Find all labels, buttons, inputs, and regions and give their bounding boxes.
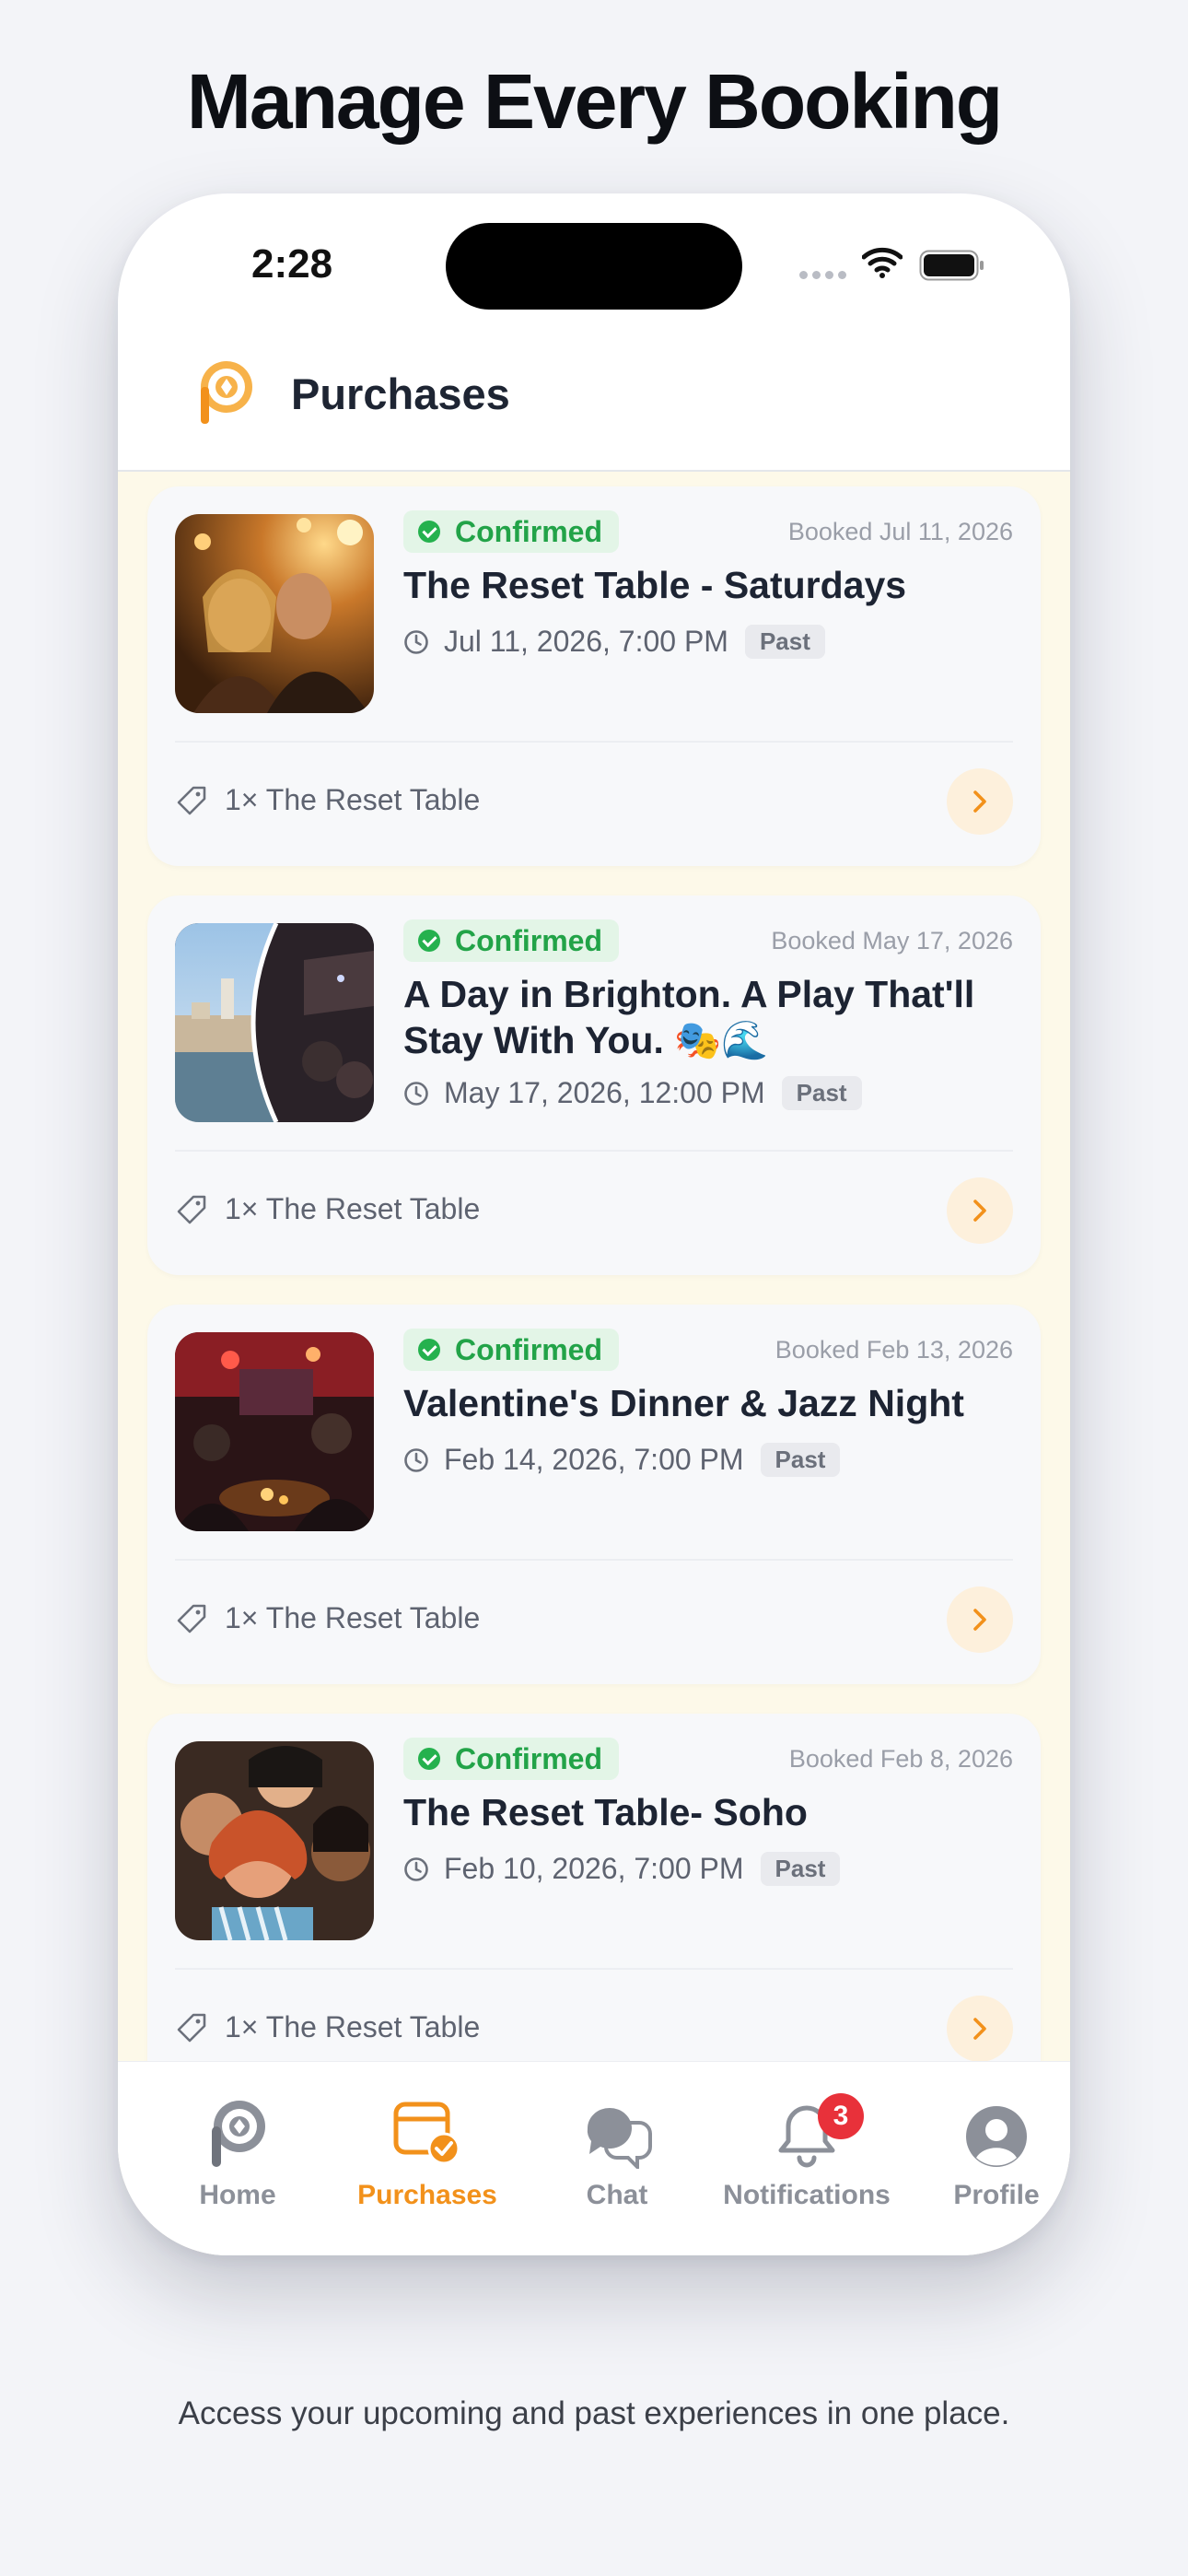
open-purchase-button[interactable] bbox=[947, 1996, 1013, 2062]
event-datetime: Feb 14, 2026, 7:00 PM Past bbox=[403, 1443, 841, 1477]
tab-chat[interactable]: Chat bbox=[525, 2095, 709, 2211]
tab-notifications[interactable]: 3 Notifications bbox=[715, 2093, 899, 2211]
ticket-icon bbox=[177, 786, 206, 814]
event-image bbox=[175, 1741, 374, 1940]
ticket-summary: 1× The Reset Table bbox=[175, 2010, 480, 2044]
app-logo-icon bbox=[201, 361, 252, 424]
ticket-icon bbox=[177, 2013, 206, 2042]
check-circle-icon bbox=[418, 1339, 440, 1361]
divider bbox=[175, 741, 1013, 743]
page-title: Purchases bbox=[291, 369, 510, 418]
ticket-summary: 1× The Reset Table bbox=[175, 783, 480, 817]
booked-date: Booked Jul 11, 2026 bbox=[787, 518, 1013, 545]
event-image bbox=[175, 514, 374, 713]
purchase-card[interactable]: Confirmed Booked May 17, 2026 A Day in B… bbox=[147, 896, 1041, 1275]
open-purchase-button[interactable] bbox=[947, 1177, 1013, 1244]
event-title: Valentine's Dinner & Jazz Night bbox=[403, 1382, 964, 1424]
ticket-icon bbox=[177, 1604, 206, 1633]
tab-profile[interactable]: Profile bbox=[904, 2095, 1070, 2211]
battery-icon bbox=[919, 250, 984, 281]
app-header: Purchases bbox=[118, 313, 1070, 472]
notification-count-badge: 3 bbox=[818, 2093, 864, 2139]
status-time: 2:28 bbox=[251, 241, 333, 287]
past-tag: Past bbox=[781, 1076, 862, 1110]
tab-label: Profile bbox=[953, 2180, 1040, 2210]
divider bbox=[175, 1150, 1013, 1152]
check-circle-icon bbox=[418, 1748, 440, 1770]
divider bbox=[175, 1559, 1013, 1561]
ticket-summary: 1× The Reset Table bbox=[175, 1601, 480, 1635]
clock-icon bbox=[404, 1081, 428, 1106]
status-badge: Confirmed bbox=[403, 1329, 619, 1371]
chat-icon bbox=[587, 2108, 652, 2169]
divider bbox=[175, 1968, 1013, 1970]
profile-avatar-icon bbox=[966, 2106, 1027, 2167]
tab-label: Home bbox=[199, 2180, 276, 2210]
event-datetime: Jul 11, 2026, 7:00 PM Past bbox=[403, 625, 825, 659]
event-title: The Reset Table- Soho bbox=[403, 1791, 808, 1833]
wifi-icon bbox=[862, 247, 903, 278]
purchases-icon bbox=[393, 2102, 460, 2165]
chevron-right-icon bbox=[973, 1200, 986, 1222]
open-purchase-button[interactable] bbox=[947, 768, 1013, 835]
tab-bar: Home Purchases Chat 3 Notifications Prof… bbox=[118, 2061, 1070, 2255]
phone-frame: 2:28 Purchases Confirmed Booked Jul 11, … bbox=[118, 193, 1070, 2255]
chevron-right-icon bbox=[973, 2018, 986, 2040]
status-badge: Confirmed bbox=[403, 510, 619, 553]
check-circle-icon bbox=[418, 930, 440, 952]
purchase-card[interactable]: Confirmed Booked Feb 13, 2026 Valentine'… bbox=[147, 1305, 1041, 1684]
event-image bbox=[175, 1332, 374, 1531]
chevron-right-icon bbox=[973, 1609, 986, 1631]
clock-icon bbox=[404, 1447, 428, 1472]
open-purchase-button[interactable] bbox=[947, 1587, 1013, 1653]
booked-date: Booked May 17, 2026 bbox=[771, 927, 1013, 954]
ticket-icon bbox=[177, 1195, 206, 1224]
ticket-summary: 1× The Reset Table bbox=[175, 1192, 480, 1226]
event-datetime: Feb 10, 2026, 7:00 PM Past bbox=[403, 1852, 841, 1886]
clock-icon bbox=[404, 629, 428, 654]
booked-date: Booked Feb 13, 2026 bbox=[775, 1336, 1013, 1364]
tab-home[interactable]: Home bbox=[146, 2095, 330, 2211]
status-bar: 2:28 bbox=[118, 193, 1070, 313]
cellular-signal-icon bbox=[799, 267, 851, 284]
event-title: A Day in Brighton. A Play That'll Stay W… bbox=[403, 973, 975, 1061]
tab-purchases[interactable]: Purchases bbox=[335, 2095, 519, 2211]
headline: Manage Every Booking bbox=[186, 58, 1003, 145]
status-badge: Confirmed bbox=[403, 1738, 619, 1780]
chevron-right-icon bbox=[973, 790, 986, 813]
home-logo-icon bbox=[212, 2101, 265, 2167]
purchase-card[interactable]: Confirmed Booked Jul 11, 2026 The Reset … bbox=[147, 486, 1041, 866]
event-image bbox=[175, 923, 374, 1122]
tab-label: Notifications bbox=[723, 2180, 891, 2210]
booked-date: Booked Feb 8, 2026 bbox=[788, 1745, 1013, 1773]
event-title: The Reset Table - Saturdays bbox=[403, 564, 907, 606]
check-circle-icon bbox=[418, 521, 440, 543]
past-tag: Past bbox=[760, 1852, 841, 1886]
past-tag: Past bbox=[760, 1443, 841, 1477]
event-datetime: May 17, 2026, 12:00 PM Past bbox=[403, 1076, 862, 1110]
tab-label: Chat bbox=[586, 2180, 648, 2210]
caption: Access your upcoming and past experience… bbox=[178, 2395, 1010, 2431]
purchases-list[interactable]: Confirmed Booked Jul 11, 2026 The Reset … bbox=[118, 472, 1070, 2255]
purchase-card[interactable]: Confirmed Booked Feb 8, 2026 The Reset T… bbox=[147, 1714, 1041, 2093]
status-badge: Confirmed bbox=[403, 919, 619, 962]
clock-icon bbox=[404, 1856, 428, 1881]
dynamic-island bbox=[446, 223, 742, 310]
tab-label: Purchases bbox=[357, 2180, 497, 2210]
past-tag: Past bbox=[744, 625, 825, 659]
